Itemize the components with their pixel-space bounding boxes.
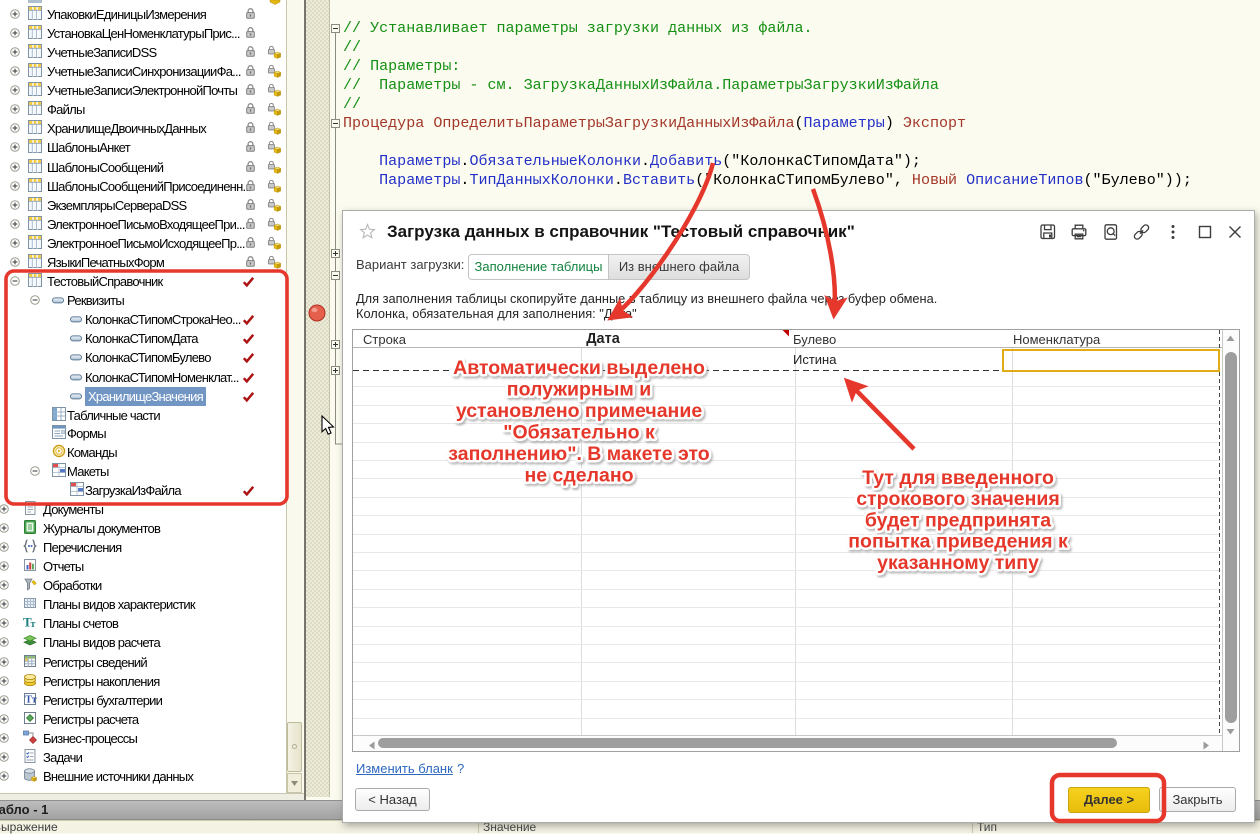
- svg-text:Tт: Tт: [25, 695, 37, 706]
- svg-text:т: т: [31, 619, 36, 630]
